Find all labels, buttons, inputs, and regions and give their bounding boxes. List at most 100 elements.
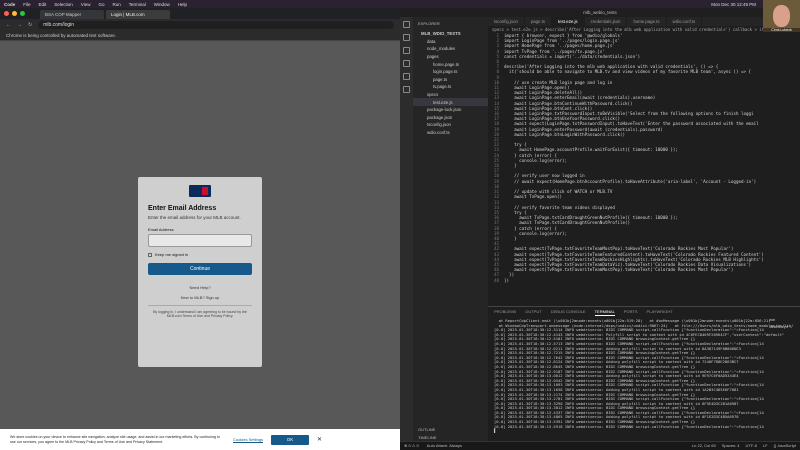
auto-attach-status[interactable]: Auto Attach: Always bbox=[427, 442, 462, 450]
testing-icon[interactable] bbox=[403, 86, 410, 93]
tree-folder[interactable]: specs bbox=[413, 91, 488, 99]
tree-folder[interactable]: node_modules bbox=[413, 45, 488, 53]
editor-tab[interactable]: page.ts bbox=[525, 17, 552, 26]
code-line[interactable]: 48}) bbox=[490, 278, 800, 283]
automation-infobar: Chrome is being controlled by automated … bbox=[0, 30, 400, 41]
code-text: await expect(TvPage.txtFavoriteTeamMostP… bbox=[504, 267, 734, 273]
cookie-banner: We store cookies on your device to enhan… bbox=[0, 429, 400, 450]
menu-item[interactable]: Code bbox=[4, 2, 15, 7]
tree-file[interactable]: package.json bbox=[413, 114, 488, 122]
window-controls bbox=[4, 11, 25, 16]
panel-tab-ports[interactable]: PORTS bbox=[624, 307, 638, 316]
editor-tab[interactable]: home.page.ts bbox=[627, 17, 667, 26]
tab-label: BSA COP Mapper bbox=[45, 12, 82, 17]
keep-signed-in-label: Keep me signed in bbox=[155, 252, 189, 257]
tree-file[interactable]: home.page.ts bbox=[413, 60, 488, 68]
minimize-window-button[interactable] bbox=[12, 11, 17, 16]
browser-window: BSA COP Mapper Login | MLB.com ← → ↻ mlb… bbox=[0, 8, 400, 450]
menu-item[interactable]: Selection bbox=[54, 2, 73, 7]
code-editor[interactable]: 1 import { browser, expect } from '@wdio/… bbox=[488, 33, 800, 283]
menu-item[interactable]: Edit bbox=[39, 2, 47, 7]
back-icon[interactable]: ← bbox=[6, 22, 11, 28]
menu-item[interactable]: Help bbox=[178, 2, 187, 7]
reload-icon[interactable]: ↻ bbox=[28, 22, 32, 28]
editor-tab-active[interactable]: test.e2e.js bbox=[552, 17, 585, 26]
address-bar-row: ← → ↻ mlb.com/login bbox=[0, 19, 400, 30]
tree-file[interactable]: tv.page.ts bbox=[413, 83, 488, 91]
clock[interactable]: Mon Dec 30 12:49 PM bbox=[711, 2, 756, 7]
menu-item[interactable]: Window bbox=[154, 2, 170, 7]
login-subtitle: Enter the email address for your MLB acc… bbox=[148, 215, 241, 220]
editor-tab[interactable]: tsconfig.json bbox=[488, 17, 525, 26]
continue-button[interactable]: Continue bbox=[148, 263, 252, 275]
panel-tab-problems[interactable]: PROBLEMS bbox=[494, 307, 516, 316]
panel-tab-playwright[interactable]: PLAYWRIGHT bbox=[647, 307, 673, 316]
menu-item[interactable]: Terminal bbox=[129, 2, 146, 7]
tree-file[interactable]: page.ts bbox=[413, 76, 488, 84]
language-mode[interactable]: {} JavaScript bbox=[774, 442, 796, 450]
line-number: 48 bbox=[493, 277, 499, 283]
cursor-position[interactable]: Ln 22, Col 65 bbox=[692, 442, 716, 450]
tree-file-selected[interactable]: test.e2e.js bbox=[413, 98, 488, 106]
tree-file[interactable]: login.page.ts bbox=[413, 68, 488, 76]
presenter-name: Chris Lubeck bbox=[763, 28, 800, 32]
extensions-icon[interactable] bbox=[403, 73, 410, 80]
mlb-logo-icon bbox=[189, 185, 211, 197]
menu-item[interactable]: View bbox=[81, 2, 91, 7]
vscode-title: mlb_webio_tests bbox=[400, 8, 800, 17]
cookie-settings-link[interactable]: Cookies Settings bbox=[233, 437, 263, 442]
status-bar: ⊗ 0 ⚠ 0 Auto Attach: Always Ln 22, Col 6… bbox=[400, 441, 800, 450]
workspace-root[interactable]: MLB_WDIO_TESTS bbox=[413, 30, 488, 38]
tree-file[interactable]: package-lock.json bbox=[413, 106, 488, 114]
keep-signed-in[interactable]: Keep me signed in bbox=[148, 252, 252, 257]
menu-item[interactable]: Go bbox=[98, 2, 104, 7]
menu-item[interactable]: File bbox=[23, 2, 30, 7]
tree-folder[interactable]: data bbox=[413, 38, 488, 46]
terminal-output[interactable]: at ReportCdpClient.emit (\u001b[2mnode:e… bbox=[488, 316, 800, 436]
editor-tab[interactable]: wdio.conf.ts bbox=[667, 17, 703, 26]
panel-tab-output[interactable]: OUTPUT bbox=[525, 307, 541, 316]
source-control-icon[interactable] bbox=[403, 47, 410, 54]
checkbox-icon[interactable] bbox=[148, 252, 152, 257]
browser-tab[interactable]: BSA COP Mapper bbox=[40, 10, 104, 19]
code-line[interactable]: 29 // await expect(HomePage.btnAccountPr… bbox=[490, 179, 800, 184]
email-field[interactable] bbox=[148, 234, 252, 247]
terminal-item[interactable]: zsh bbox=[766, 316, 800, 323]
tree-file[interactable]: tsconfig.json bbox=[413, 121, 488, 129]
encoding[interactable]: UTF-8 bbox=[746, 442, 757, 450]
close-window-button[interactable] bbox=[4, 11, 9, 16]
line-ending[interactable]: LF bbox=[763, 442, 768, 450]
infobar-text: Chrome is being controlled by automated … bbox=[6, 32, 117, 38]
need-help-link[interactable]: Need Help? bbox=[148, 285, 252, 290]
breadcrumb[interactable]: specs > test.e2e.js > describe('After Lo… bbox=[488, 26, 800, 33]
zoom-window-button[interactable] bbox=[20, 11, 25, 16]
legal-text: By logging in, I understand I am agreein… bbox=[148, 305, 252, 318]
browser-tab-active[interactable]: Login | MLB.com bbox=[106, 10, 170, 19]
close-icon[interactable]: ✕ bbox=[317, 436, 322, 443]
tree-folder[interactable]: pages bbox=[413, 53, 488, 61]
timeline-section[interactable]: TIMELINE bbox=[413, 433, 488, 441]
panel-tabs: PROBLEMS OUTPUT DEBUG CONSOLE TERMINAL P… bbox=[488, 307, 800, 316]
tab-label: Login | MLB.com bbox=[111, 12, 145, 17]
panel-tab-debug-console[interactable]: DEBUG CONSOLE bbox=[551, 307, 586, 316]
indentation[interactable]: Spaces: 4 bbox=[722, 442, 740, 450]
problems-status[interactable]: ⊗ 0 ⚠ 0 bbox=[404, 442, 419, 450]
search-icon[interactable] bbox=[403, 34, 410, 41]
forward-icon[interactable]: → bbox=[17, 22, 22, 28]
outline-section[interactable]: OUTLINE bbox=[413, 425, 488, 433]
run-debug-icon[interactable] bbox=[403, 60, 410, 67]
explorer-icon[interactable] bbox=[403, 21, 410, 28]
code-text: // await expect(HomePage.btnAccountProfi… bbox=[504, 178, 757, 184]
explorer-panel: EXPLORER MLB_WDIO_TESTS data node_module… bbox=[413, 17, 488, 441]
tree-file[interactable]: wdio.conf.ts bbox=[413, 129, 488, 137]
cookie-ok-button[interactable]: OK bbox=[271, 434, 310, 445]
panel-tab-terminal[interactable]: TERMINAL bbox=[594, 307, 615, 316]
menu-item[interactable]: Run bbox=[113, 2, 121, 7]
presenter-face bbox=[773, 5, 790, 27]
url-field[interactable]: mlb.com/login bbox=[38, 20, 394, 29]
terminal-item[interactable]: JavaScript ... bbox=[766, 323, 800, 330]
sign-up-link[interactable]: New to MLB? Sign up bbox=[148, 295, 252, 300]
code-text: await LoginPage.btnLoginWithPassword.cli… bbox=[504, 131, 626, 137]
login-title: Enter Email Address bbox=[148, 205, 217, 212]
editor-tab[interactable]: credentials.json bbox=[585, 17, 628, 26]
